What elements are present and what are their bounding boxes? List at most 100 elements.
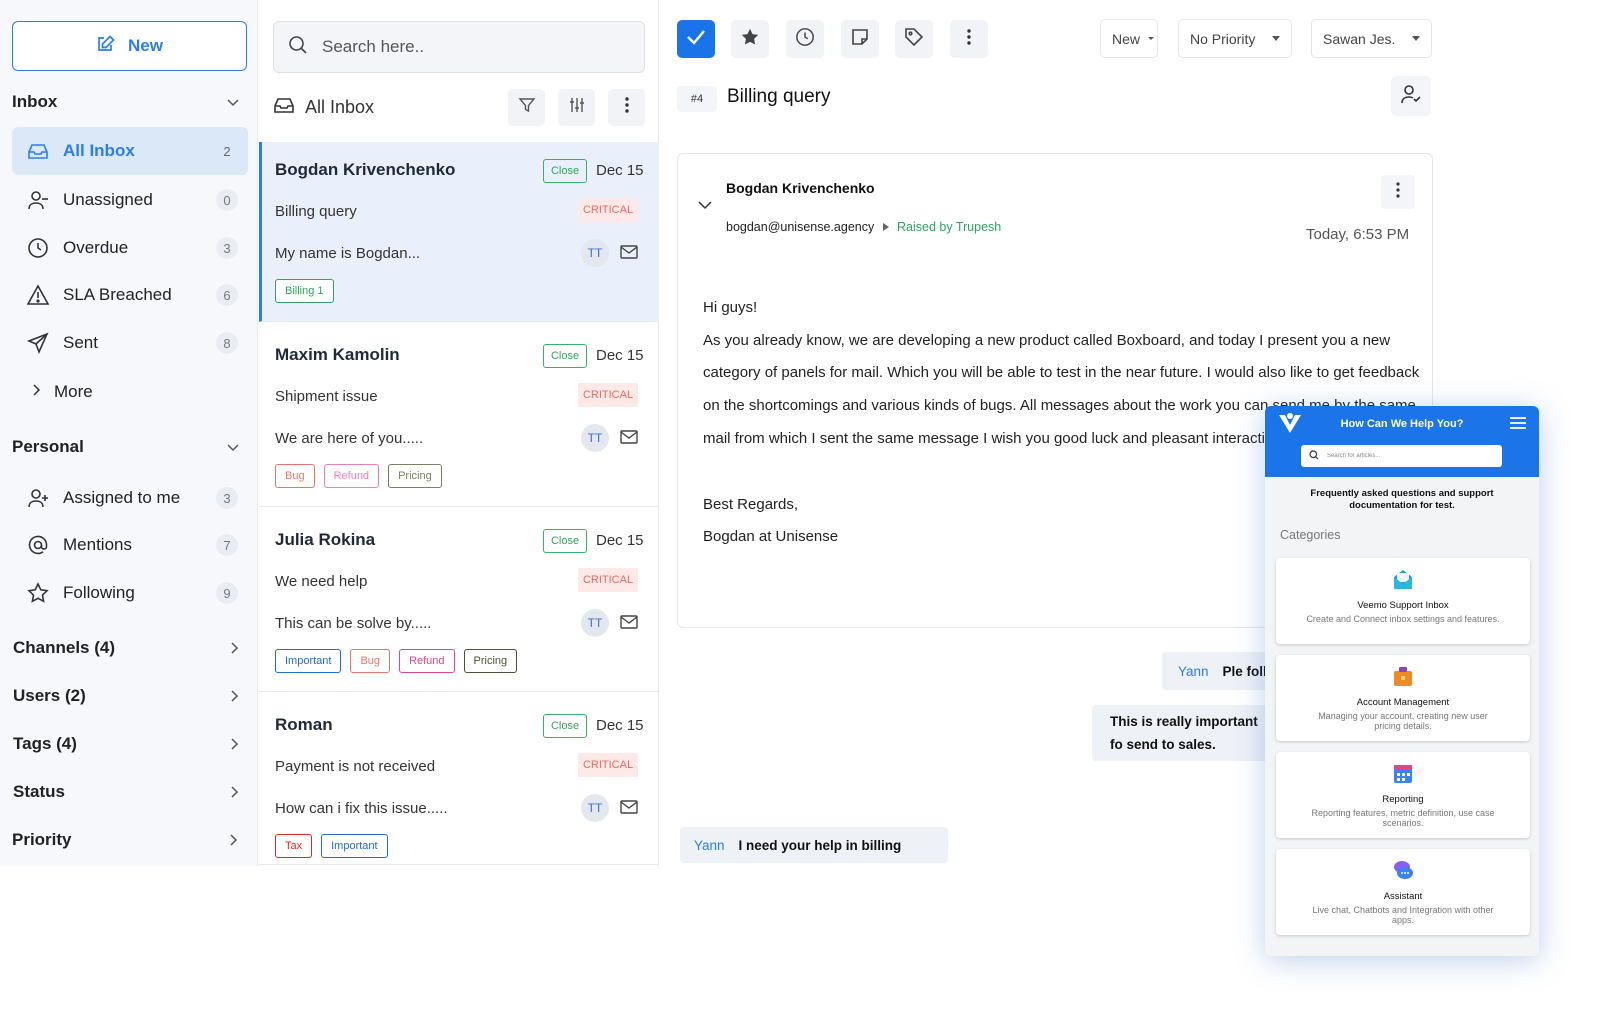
sidebar-item-label: Mentions [63,535,132,554]
tag-chip[interactable]: Tax [275,834,313,858]
tag-chip[interactable]: Billing 1 [275,279,334,303]
message-more-button[interactable] [1381,175,1415,209]
sidebar-item-label: SLA Breached [63,285,172,304]
status-group[interactable]: Status [13,777,243,807]
ticket-customer-name: Maxim Kamolin [275,345,400,364]
personal-heading: Personal [12,437,84,456]
count-badge: 7 [216,534,238,556]
tag-chip[interactable]: Refund [399,649,455,673]
tag-chip[interactable]: Pricing [388,464,442,488]
avatar: TT [581,609,609,637]
tag-icon [904,27,924,52]
message-timestamp: Today, 6:53 PM [1306,226,1410,243]
detail-more-button[interactable] [950,20,988,58]
sidebar-item-following[interactable]: Following 9 [12,569,248,617]
ticket-list-item[interactable]: Bogdan Krivenchenko Close Dec 15 Billing qu… [259,142,659,322]
user-plus-icon [26,486,50,510]
avatar: TT [581,424,609,452]
sidebar-item-mentions[interactable]: Mentions 7 [12,521,248,569]
ticket-title: Billing query [727,86,831,107]
category-card-account-management[interactable]: Account Management Managing your account… [1276,655,1530,741]
list-more-button[interactable] [608,88,645,126]
chevron-down-icon [224,438,242,456]
sidebar-item-assigned-to-me[interactable]: Assigned to me 3 [12,474,248,522]
priority-group[interactable]: Priority [12,825,242,855]
email-channel-icon [619,428,639,446]
personal-section-toggle[interactable]: Personal [12,432,242,462]
ticket-preview: My name is Bogdan... [275,245,421,262]
sidebar-item-sent[interactable]: Sent 8 [12,319,248,367]
tags-group[interactable]: Tags (4) [13,729,243,759]
ticket-list-item[interactable]: Maxim Kamolin Close Dec 15 Shipment issue CR… [259,327,659,507]
chat-author: Yann [694,837,725,853]
envelope-open-icon [1392,567,1414,591]
count-badge: 0 [216,189,238,211]
tag-chip[interactable]: Important [321,834,388,858]
ticket-list-panel: All Inbox Bogdan Krivenchenko Close Dec 15… [257,0,659,866]
chevron-down-icon[interactable] [697,197,713,213]
category-card-support-inbox[interactable]: Veemo Support Inbox Create and Connect i… [1276,558,1530,644]
snooze-button[interactable] [786,20,824,58]
search-input[interactable] [322,37,622,57]
widget-intro: Frequently asked questions and support d… [1310,488,1494,511]
sidebar-item-sla-breached[interactable]: SLA Breached 6 [12,271,248,319]
sidebar-item-overdue[interactable]: Overdue 3 [12,224,248,272]
compose-icon [96,34,116,59]
category-card-assistant[interactable]: Assistant Live chat, Chatbots and Integr… [1276,849,1530,935]
avatar: TT [581,239,609,267]
star-button[interactable] [731,20,769,58]
widget-title: How Can We Help You? [1340,418,1464,430]
sliders-icon [568,96,586,119]
hamburger-menu-icon[interactable] [1510,416,1526,429]
filter-button[interactable] [508,88,545,126]
tag-chip[interactable]: Important [275,649,342,673]
new-ticket-button[interactable]: New [12,21,247,71]
sidebar-item-unassigned[interactable]: Unassigned 0 [12,176,248,224]
tag-button[interactable] [895,20,933,58]
ticket-customer-name: Julia Rokina [275,530,376,549]
email-channel-icon [619,243,639,261]
assign-user-button[interactable] [1391,76,1431,116]
message-greeting: Hi guys! [703,299,758,316]
ticket-subject: Shipment issue [275,388,378,405]
inbox-section-toggle[interactable]: Inbox [12,87,242,117]
chat-text: I need your help in billing [738,837,902,853]
search-box[interactable] [273,21,645,73]
tag-chip[interactable]: Pricing [463,649,518,673]
ticket-list-item[interactable]: Julia Rokina Close Dec 15 We need help CRITI… [259,512,659,692]
sort-settings-button[interactable] [558,88,595,126]
ticket-number: #4 [677,86,717,112]
inbox-tray-icon [26,139,50,163]
users-group[interactable]: Users (2) [13,681,243,711]
tag-chip[interactable]: Bug [350,649,391,673]
list-title: All Inbox [305,96,375,117]
sidebar-more-toggle[interactable]: More [30,378,93,406]
category-title: Account Management [1356,697,1450,708]
ticket-list-item[interactable]: Roman Close Dec 15 Payment is not received C… [259,697,659,865]
priority-dropdown-value: No Priority [1190,30,1256,47]
channels-group[interactable]: Channels (4) [13,633,243,663]
tag-chip[interactable]: Refund [323,464,380,488]
note-button[interactable] [841,20,879,58]
sidebar-item-all-inbox[interactable]: All Inbox 2 [12,127,248,175]
priority-dropdown[interactable]: No Priority [1178,19,1292,58]
chat-author: Yann [1178,663,1209,679]
category-card-reporting[interactable]: Reporting Reporting features, metric def… [1276,752,1530,838]
calendar-icon [1392,761,1414,785]
ticket-subject: Payment is not received [275,758,436,775]
chat-text: This is really important fo send to sale… [1110,714,1258,752]
count-badge: 2 [223,143,231,159]
agent-dropdown[interactable]: Sawan Jes. [1311,19,1432,58]
widget-search-input[interactable] [1327,453,1487,459]
ticket-preview: We are here of you..... [275,430,424,447]
count-badge: 3 [216,237,238,259]
count-badge: 6 [216,284,238,306]
paper-plane-icon [26,331,50,355]
category-title: Reporting [1382,794,1424,805]
status-dropdown[interactable]: New [1100,19,1158,58]
tag-chip[interactable]: Bug [275,464,315,488]
widget-search-box[interactable] [1301,445,1502,467]
chevron-right-icon [225,735,243,753]
select-all-checkbox[interactable] [677,20,715,58]
priority-badge: CRITICAL [578,198,638,222]
